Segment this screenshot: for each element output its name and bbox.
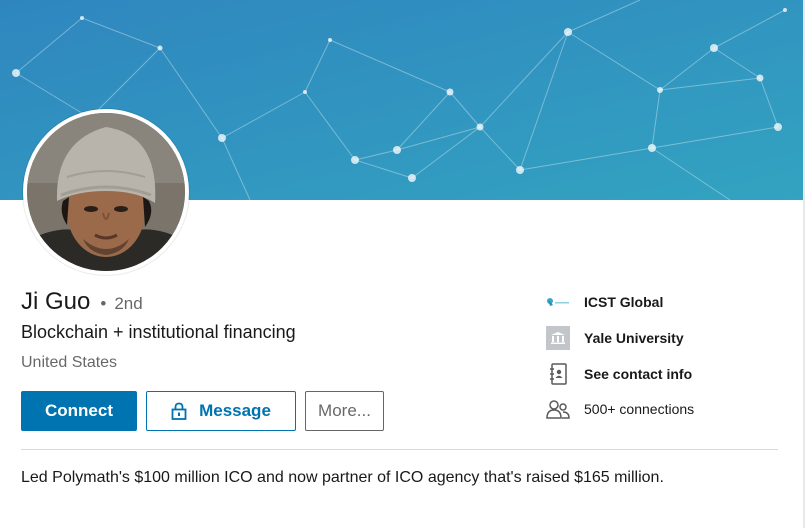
profile-headline: Blockchain + institutional financing xyxy=(21,322,296,342)
degree-separator: • xyxy=(100,294,107,313)
more-button[interactable]: More... xyxy=(305,391,384,431)
profile-summary: Led Polymath's $100 million ICO and now … xyxy=(21,469,664,486)
message-button[interactable]: Message xyxy=(146,391,296,431)
see-contact-info-link[interactable]: See contact info xyxy=(546,362,692,386)
profile-location: United States xyxy=(21,354,118,371)
university-building-icon xyxy=(546,326,570,350)
degree-label: 2nd xyxy=(114,294,143,313)
profile-name-row: Ji Guo • 2nd xyxy=(21,288,143,316)
people-icon xyxy=(546,397,570,421)
avatar[interactable] xyxy=(23,109,189,275)
connections-count[interactable]: 500+ connections xyxy=(546,397,694,421)
current-company[interactable]: ICST Global xyxy=(546,290,663,314)
school-name: Yale University xyxy=(584,330,684,346)
contact-info-label: See contact info xyxy=(584,366,693,382)
connection-degree: • 2nd xyxy=(100,294,142,314)
section-divider xyxy=(21,449,778,450)
connect-button[interactable]: Connect xyxy=(21,391,137,431)
message-button-label: Message xyxy=(199,401,271,420)
icst-global-logo xyxy=(546,290,570,314)
address-book-icon xyxy=(546,362,570,386)
company-name: ICST Global xyxy=(584,294,664,310)
profile-name: Ji Guo xyxy=(21,288,91,315)
profile-card: Ji Guo • 2nd Blockchain + institutional f… xyxy=(0,0,805,528)
education[interactable]: Yale University xyxy=(546,326,684,350)
lock-icon xyxy=(171,402,187,420)
connections-label: 500+ connections xyxy=(584,401,695,417)
